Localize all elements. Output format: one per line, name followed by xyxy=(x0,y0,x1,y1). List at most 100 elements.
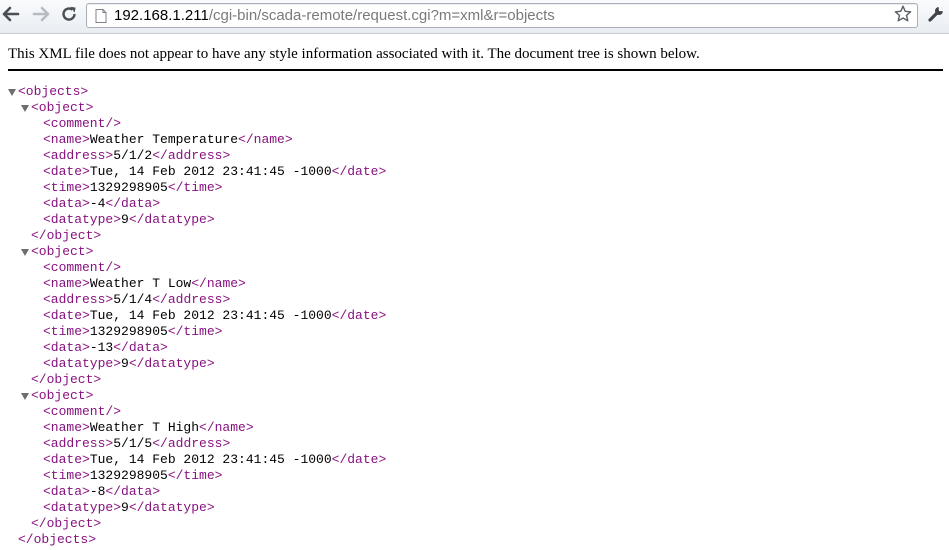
xml-data-value: -4 xyxy=(89,196,106,211)
xml-open-tag: <data> xyxy=(43,196,90,211)
forward-arrow-icon xyxy=(32,6,50,27)
xml-open-tag: <date> xyxy=(43,452,90,467)
xml-close-tag: </datatype> xyxy=(128,212,215,227)
xml-close-tag: </name> xyxy=(199,420,254,435)
collapse-triangle-icon[interactable] xyxy=(20,392,29,401)
xml-open-tag: <time> xyxy=(43,468,90,483)
xml-time-line: <time>1329298905</time> xyxy=(43,180,222,196)
xml-objects-close: </objects> xyxy=(18,532,96,548)
reload-button[interactable] xyxy=(58,5,80,27)
xml-address-value: 5/1/2 xyxy=(113,148,153,163)
xml-close-tag: </data> xyxy=(113,340,168,355)
xml-close-tag: </name> xyxy=(191,276,246,291)
xml-close-tag: </time> xyxy=(167,468,223,483)
xml-close-tag: </date> xyxy=(331,308,387,323)
xml-datatype-value: 9 xyxy=(121,356,129,371)
xml-data-line: <data>-13</data> xyxy=(43,340,168,356)
xml-empty-tag: <comment/> xyxy=(43,404,122,419)
collapse-triangle-icon[interactable] xyxy=(20,104,29,113)
xml-name-value: Weather Temperature xyxy=(89,132,239,147)
xml-object-close: </object> xyxy=(31,228,101,244)
xml-object-close: </object> xyxy=(31,372,101,388)
xml-empty-tag: <comment/> xyxy=(43,116,122,131)
xml-style-notice: This XML file does not appear to have an… xyxy=(8,46,700,62)
collapse-triangle-icon[interactable] xyxy=(20,248,29,257)
browser-toolbar: 192.168.1.211/cgi-bin/scada-remote/reque… xyxy=(0,0,949,34)
forward-button[interactable] xyxy=(30,5,52,27)
back-button[interactable] xyxy=(0,5,22,27)
xml-open-tag: <name> xyxy=(43,132,90,147)
xml-address-line: <address>5/1/2</address> xyxy=(43,148,230,164)
star-icon xyxy=(894,5,912,28)
url-path: /cgi-bin/scada-remote/request.cgi?m=xml&… xyxy=(208,7,555,24)
xml-open-tag: <time> xyxy=(43,180,90,195)
xml-close-tag: </object> xyxy=(31,516,102,531)
xml-close-tag: </object> xyxy=(31,228,102,243)
xml-close-tag: </datatype> xyxy=(128,356,215,371)
xml-datatype-value: 9 xyxy=(121,500,129,515)
xml-close-tag: </objects> xyxy=(18,532,97,547)
xml-open-tag: <data> xyxy=(43,484,90,499)
xml-close-tag: </date> xyxy=(331,452,387,467)
xml-name-value: Weather T High xyxy=(89,420,200,435)
xml-open-tag: <object> xyxy=(31,388,94,403)
xml-data-value: -13 xyxy=(89,340,114,355)
xml-close-tag: </date> xyxy=(331,164,387,179)
settings-menu-button[interactable] xyxy=(926,4,946,28)
xml-datatype-line: <datatype>9</datatype> xyxy=(43,356,215,372)
xml-comment-line: <comment/> xyxy=(43,260,121,276)
back-arrow-icon xyxy=(2,6,20,27)
xml-open-tag: <address> xyxy=(43,436,114,451)
xml-name-line: <name>Weather T High</name> xyxy=(43,420,254,436)
xml-name-line: <name>Weather Temperature</name> xyxy=(43,132,293,148)
address-bar[interactable]: 192.168.1.211/cgi-bin/scada-remote/reque… xyxy=(86,3,918,28)
xml-time-value: 1329298905 xyxy=(89,324,168,339)
xml-address-line: <address>5/1/5</address> xyxy=(43,436,230,452)
xml-open-tag: <object> xyxy=(31,244,94,259)
wrench-icon xyxy=(927,4,945,28)
xml-object-close: </object> xyxy=(31,516,101,532)
xml-date-value: Tue, 14 Feb 2012 23:41:45 -1000 xyxy=(89,452,332,467)
xml-close-tag: </name> xyxy=(238,132,293,147)
xml-open-tag: <address> xyxy=(43,148,114,163)
xml-close-tag: </object> xyxy=(31,372,102,387)
collapse-triangle-icon[interactable] xyxy=(7,88,16,97)
xml-close-tag: </address> xyxy=(152,292,231,307)
xml-open-tag: <datatype> xyxy=(43,500,122,515)
xml-open-tag: <time> xyxy=(43,324,90,339)
bookmark-button[interactable] xyxy=(893,5,913,28)
xml-open-tag: <objects> xyxy=(18,84,89,99)
xml-date-line: <date>Tue, 14 Feb 2012 23:41:45 -1000</d… xyxy=(43,452,386,468)
xml-open-tag: <date> xyxy=(43,308,90,323)
xml-close-tag: </address> xyxy=(152,148,231,163)
reload-icon xyxy=(60,5,78,28)
xml-open-tag: <name> xyxy=(43,276,90,291)
xml-comment-line: <comment/> xyxy=(43,404,121,420)
xml-name-value: Weather T Low xyxy=(89,276,192,291)
xml-object-open: <object> xyxy=(31,388,93,404)
xml-open-tag: <date> xyxy=(43,164,90,179)
xml-time-line: <time>1329298905</time> xyxy=(43,324,222,340)
xml-comment-line: <comment/> xyxy=(43,116,121,132)
xml-objects-open: <objects> xyxy=(18,84,88,100)
xml-date-line: <date>Tue, 14 Feb 2012 23:41:45 -1000</d… xyxy=(43,164,386,180)
xml-close-tag: </data> xyxy=(105,484,161,499)
xml-time-value: 1329298905 xyxy=(89,468,168,483)
xml-date-value: Tue, 14 Feb 2012 23:41:45 -1000 xyxy=(89,164,332,179)
xml-date-value: Tue, 14 Feb 2012 23:41:45 -1000 xyxy=(89,308,332,323)
xml-address-line: <address>5/1/4</address> xyxy=(43,292,230,308)
xml-close-tag: </time> xyxy=(167,180,223,195)
xml-close-tag: </data> xyxy=(105,196,161,211)
xml-address-value: 5/1/5 xyxy=(113,436,153,451)
xml-datatype-value: 9 xyxy=(121,212,129,227)
xml-data-value: -8 xyxy=(89,484,106,499)
xml-object-open: <object> xyxy=(31,100,93,116)
url-text[interactable]: 192.168.1.211/cgi-bin/scada-remote/reque… xyxy=(114,7,555,25)
page-icon xyxy=(93,8,109,24)
url-host: 192.168.1.211 xyxy=(114,7,209,24)
xml-close-tag: </datatype> xyxy=(128,500,215,515)
xml-name-line: <name>Weather T Low</name> xyxy=(43,276,246,292)
xml-datatype-line: <datatype>9</datatype> xyxy=(43,212,215,228)
xml-object-open: <object> xyxy=(31,244,93,260)
xml-open-tag: <address> xyxy=(43,292,114,307)
